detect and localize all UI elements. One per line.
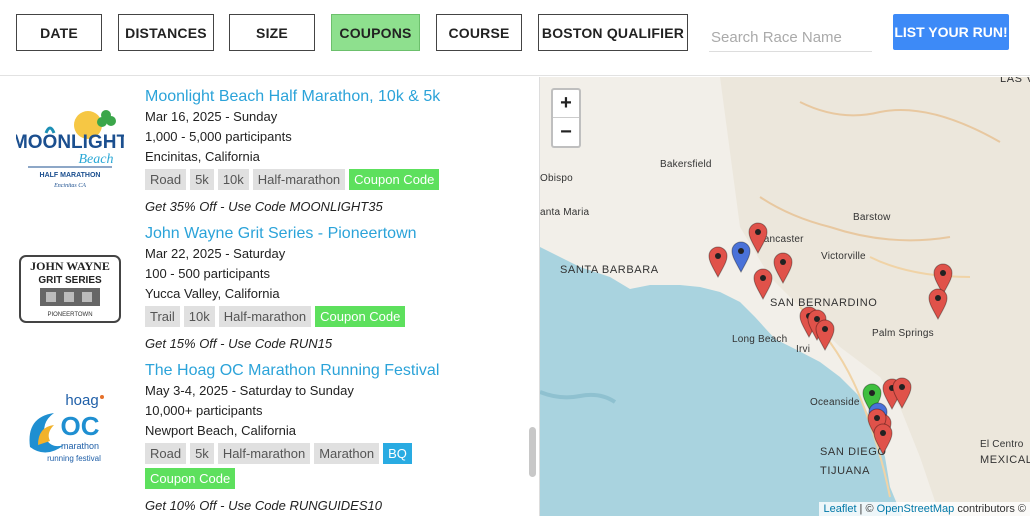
race-location: Newport Beach, California: [145, 423, 297, 438]
map-label-santa-barbara: SANTA BARBARA: [560, 264, 659, 276]
race-map[interactable]: + − LAS V Bakersfield Obispo anta Maria …: [539, 77, 1030, 516]
map-marker-red[interactable]: [873, 423, 893, 456]
logo-text: Encinitas CA: [53, 183, 86, 189]
filter-course-button[interactable]: COURSE: [436, 14, 522, 51]
tag-10k: 10k: [217, 169, 249, 190]
tag-half-marathon: Half-marathon: [217, 443, 311, 464]
coupon-offer: Get 15% Off - Use Code RUN15: [145, 336, 333, 351]
tag-5k: 5k: [190, 169, 214, 190]
logo-text: HALF MARATHON: [40, 172, 101, 179]
logo-text: OC: [61, 411, 100, 441]
race-item: MOONLIGHT Beach HALF MARATHON Encinitas …: [0, 87, 530, 217]
scrollbar-thumb[interactable]: [529, 427, 536, 477]
map-marker-red[interactable]: [748, 222, 768, 255]
logo-text: MOONLIGHT: [16, 132, 124, 153]
list-scrollbar[interactable]: [527, 77, 538, 516]
race-tags: Trail 10k Half-marathon Coupon Code: [145, 306, 465, 327]
race-date: Mar 16, 2025 - Sunday: [145, 109, 278, 124]
list-your-run-button[interactable]: LIST YOUR RUN!: [893, 14, 1009, 50]
map-label-las-vegas: LAS V: [1000, 77, 1030, 85]
filter-size-button[interactable]: SIZE: [229, 14, 315, 51]
map-label-victorville: Victorville: [821, 251, 866, 262]
filter-coupons-button[interactable]: COUPONS: [331, 14, 420, 51]
tag-coupon-code: Coupon Code: [349, 169, 440, 190]
race-info: Moonlight Beach Half Marathon, 10k & 5k …: [145, 87, 525, 216]
tag-road: Road: [145, 443, 187, 464]
race-location: Encinitas, California: [145, 149, 260, 164]
race-title-link[interactable]: Moonlight Beach Half Marathon, 10k & 5k: [145, 87, 525, 107]
tag-coupon-code: Coupon Code: [315, 306, 406, 327]
map-marker-blue[interactable]: [731, 241, 751, 274]
race-logo: JOHN WAYNE GRIT SERIES PIONEERTOWN: [16, 254, 124, 372]
tag-10k: 10k: [183, 306, 215, 327]
filter-bar: DATE DISTANCES SIZE COUPONS COURSE BOSTO…: [0, 0, 1030, 76]
race-info: John Wayne Grit Series - Pioneertown Mar…: [145, 224, 525, 353]
map-label-oceanside: Oceanside: [810, 397, 860, 408]
tag-half-marathon: Half-marathon: [218, 306, 312, 327]
map-label-bakersfield: Bakersfield: [660, 159, 712, 170]
map-label-san-bernardino: SAN BERNARDINO: [770, 297, 878, 309]
logo-text: JOHN WAYNE: [30, 259, 110, 273]
race-logo: hoag OC marathon running festival: [16, 375, 124, 493]
filter-date-button[interactable]: DATE: [16, 14, 102, 51]
race-list: MOONLIGHT Beach HALF MARATHON Encinitas …: [0, 77, 538, 516]
logo-text: GRIT SERIES: [38, 275, 102, 286]
map-marker-red[interactable]: [773, 252, 793, 285]
race-item: JOHN WAYNE GRIT SERIES PIONEERTOWN John …: [0, 224, 530, 354]
race-title-link[interactable]: The Hoag OC Marathon Running Festival: [145, 361, 525, 381]
race-date: May 3-4, 2025 - Saturday to Sunday: [145, 383, 354, 398]
map-label-obispo: Obispo: [540, 173, 573, 184]
map-marker-red[interactable]: [815, 319, 835, 352]
map-label-long-beach: Long Beach: [732, 334, 788, 345]
openstreetmap-link[interactable]: OpenStreetMap: [877, 503, 955, 515]
tag-5k: 5k: [190, 443, 214, 464]
map-label-tijuana: TIJUANA: [820, 465, 871, 477]
zoom-control: + −: [551, 88, 581, 148]
search-race-input[interactable]: [709, 24, 872, 52]
leaflet-link[interactable]: Leaflet: [823, 503, 856, 515]
race-participants: 10,000+ participants: [145, 403, 263, 418]
tag-road: Road: [145, 169, 187, 190]
logo-text: PIONEERTOWN: [47, 312, 92, 318]
map-label-irvine: Irvi: [796, 344, 811, 355]
tag-marathon: Marathon: [314, 443, 380, 464]
map-label-mexicali: MEXICAL: [980, 454, 1030, 466]
tag-bq: BQ: [383, 443, 412, 464]
race-logo: MOONLIGHT Beach HALF MARATHON Encinitas …: [12, 103, 128, 221]
tag-coupon-code: Coupon Code: [145, 468, 236, 489]
race-title-link[interactable]: John Wayne Grit Series - Pioneertown: [145, 224, 525, 244]
tag-half-marathon: Half-marathon: [252, 169, 346, 190]
race-item: hoag OC marathon running festival The Ho…: [0, 361, 530, 516]
race-participants: 100 - 500 participants: [145, 266, 271, 281]
filter-distances-button[interactable]: DISTANCES: [118, 14, 214, 51]
filter-boston-qualifier-button[interactable]: BOSTON QUALIFIER: [538, 14, 688, 51]
map-label-palm-springs: Palm Springs: [872, 328, 934, 339]
race-info: The Hoag OC Marathon Running Festival Ma…: [145, 361, 525, 515]
tag-trail: Trail: [145, 306, 180, 327]
map-marker-red[interactable]: [928, 288, 948, 321]
coupon-offer: Get 10% Off - Use Code RUNGUIDES10: [145, 498, 382, 513]
logo-text: Beach: [79, 152, 114, 167]
map-label-el-centro: El Centro: [980, 439, 1024, 450]
zoom-in-button[interactable]: +: [553, 90, 579, 118]
race-participants: 1,000 - 5,000 participants: [145, 129, 292, 144]
attribution-separator: | ©: [856, 503, 877, 515]
map-marker-red[interactable]: [892, 377, 912, 410]
logo-text: hoag: [65, 392, 98, 409]
map-marker-red[interactable]: [753, 268, 773, 301]
map-label-santa-maria: anta Maria: [540, 207, 590, 218]
logo-text: running festival: [47, 454, 101, 463]
map-attribution: Leaflet | © OpenStreetMap contributors ©: [819, 502, 1030, 516]
map-label-barstow: Barstow: [853, 212, 891, 223]
race-tags: Road 5k 10k Half-marathon Coupon Code: [145, 169, 465, 190]
attribution-text: contributors ©: [954, 503, 1026, 515]
race-location: Yucca Valley, California: [145, 286, 280, 301]
logo-text: marathon: [61, 441, 99, 451]
race-tags: Road 5k Half-marathon Marathon BQ Coupon…: [145, 443, 465, 489]
race-date: Mar 22, 2025 - Saturday: [145, 246, 286, 261]
zoom-out-button[interactable]: −: [553, 118, 579, 146]
coupon-offer: Get 35% Off - Use Code MOONLIGHT35: [145, 199, 383, 214]
map-marker-red[interactable]: [708, 246, 728, 279]
